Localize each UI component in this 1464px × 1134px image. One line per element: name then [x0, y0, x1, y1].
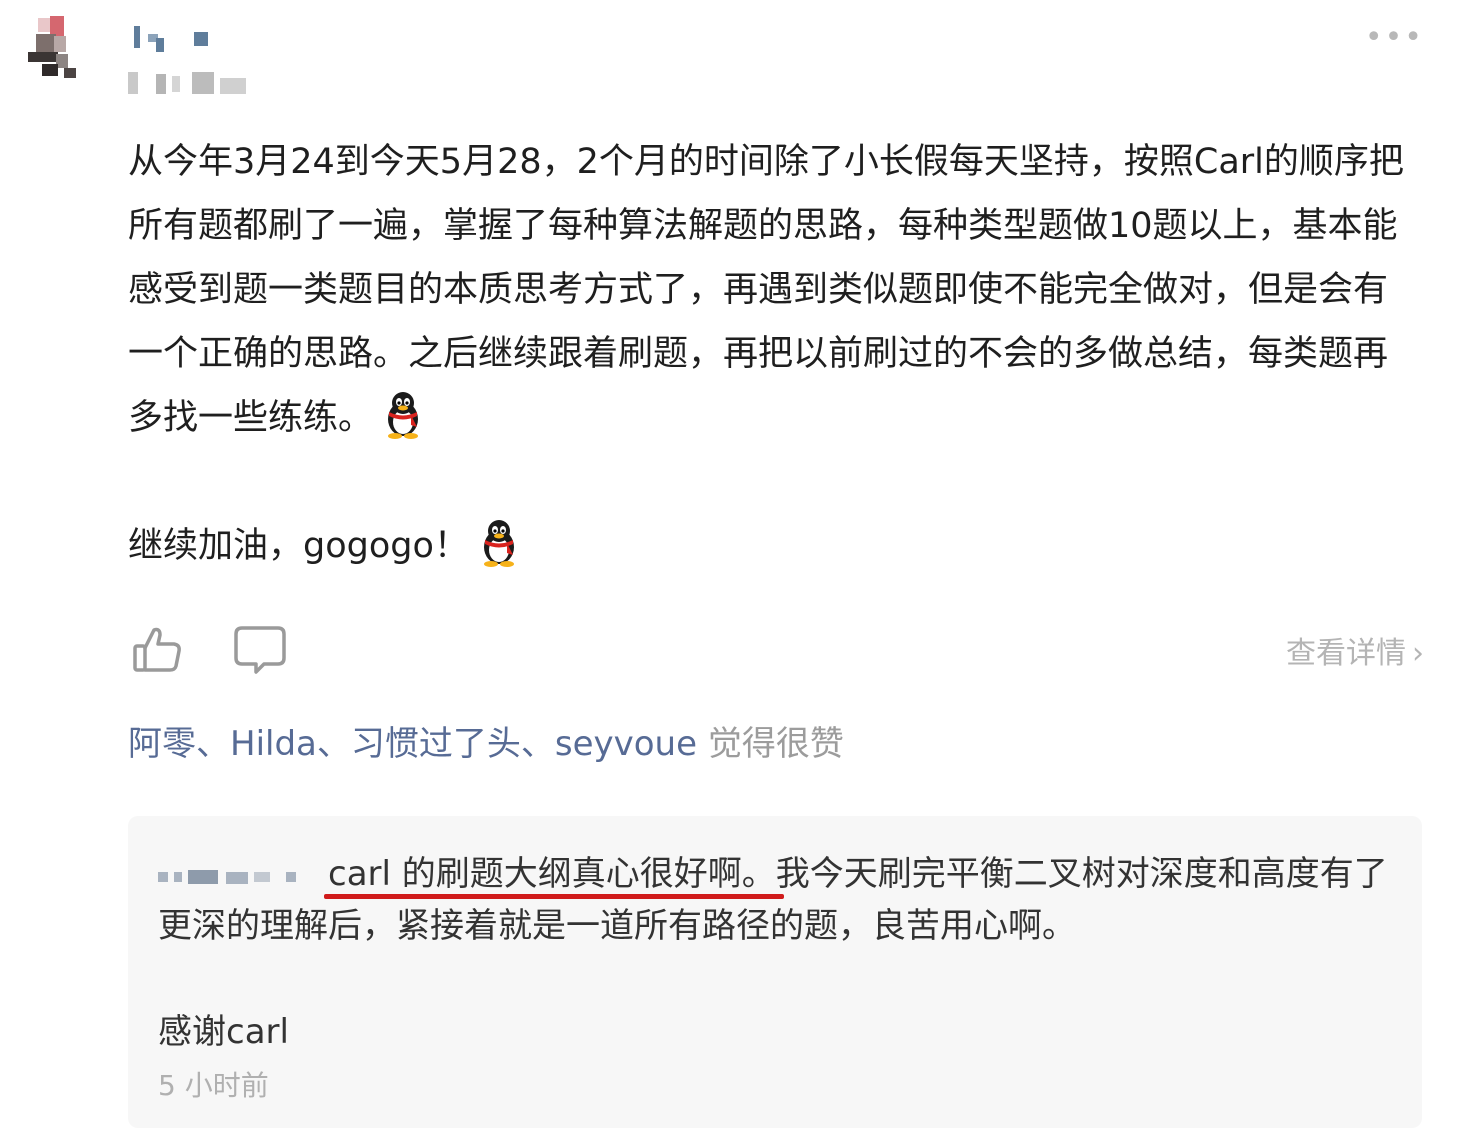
comment-icon[interactable] — [232, 622, 288, 678]
post-paragraph-text: 从今年3月24到今天5月28，2个月的时间除了小长假每天坚持，按照Carl的顺序… — [128, 142, 1404, 438]
post-paragraph: 从今年3月24到今天5月28，2个月的时间除了小长假每天坚持，按照Carl的顺序… — [128, 130, 1418, 450]
post-paragraph: 继续加油，gogogo！ — [128, 514, 1418, 578]
comment-item: carl 的刷题大纲真心很好啊。我今天刷完平衡二叉树对深度和高度有了更深的理解后… — [158, 848, 1398, 952]
comment-text: carl 的刷题大纲真心很好啊。我今天刷完平衡二叉树对深度和高度有了更深的理解后… — [158, 854, 1388, 946]
likes-line: 阿零、Hilda、习惯过了头、seyvoue 觉得很赞 — [128, 716, 844, 765]
view-details-label: 查看详情 — [1286, 636, 1406, 671]
post-content: 从今年3月24到今天5月28，2个月的时间除了小长假每天坚持，按照Carl的顺序… — [128, 130, 1418, 578]
chevron-right-icon: › — [1412, 636, 1424, 671]
action-bar: 查看详情 › — [130, 622, 1424, 678]
more-options-icon[interactable]: ••• — [1365, 23, 1424, 53]
likes-suffix: 觉得很赞 — [697, 724, 844, 764]
avatar[interactable] — [24, 14, 86, 80]
comment-time: 5 小时前 — [158, 1069, 269, 1102]
post-paragraph-text: 继续加油，gogogo！ — [128, 526, 469, 566]
thumbs-up-icon[interactable] — [130, 622, 186, 678]
post-time — [128, 72, 252, 96]
commenter-name[interactable] — [158, 866, 300, 886]
comment-followup-text: 感谢carl — [158, 1012, 289, 1052]
view-details-link[interactable]: 查看详情 › — [1286, 628, 1424, 672]
author-name[interactable] — [134, 26, 224, 52]
red-underline-annotation — [324, 894, 784, 899]
liker-names[interactable]: 阿零、Hilda、习惯过了头、seyvoue — [128, 724, 697, 764]
comment-section: carl 的刷题大纲真心很好啊。我今天刷完平衡二叉树对深度和高度有了更深的理解后… — [128, 816, 1422, 1128]
penguin-emoji-icon — [381, 391, 425, 439]
penguin-emoji-icon — [477, 519, 521, 567]
